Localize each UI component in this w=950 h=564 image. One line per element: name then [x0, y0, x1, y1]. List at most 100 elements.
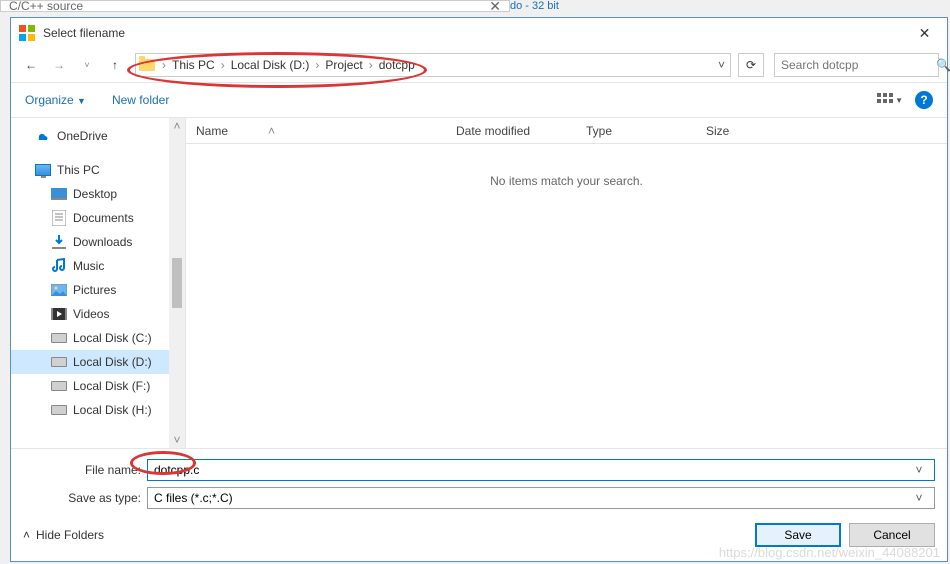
- watermark: https://blog.csdn.net/weixin_44088201: [719, 545, 940, 560]
- sort-indicator-icon: ˄: [268, 124, 275, 138]
- empty-message: No items match your search.: [490, 174, 643, 188]
- tree-item-desktop[interactable]: Desktop: [11, 182, 185, 206]
- search-icon[interactable]: 🔍: [936, 58, 950, 72]
- background-window-titlebar: C/C++ source ✕: [0, 0, 510, 12]
- tree-item-downloads[interactable]: Downloads: [11, 230, 185, 254]
- tree-item-local-disk-f-[interactable]: Local Disk (F:): [11, 374, 185, 398]
- save-button[interactable]: Save: [755, 523, 841, 547]
- tree-item-music[interactable]: Music: [11, 254, 185, 278]
- tree-item-label: Local Disk (D:): [73, 355, 152, 369]
- breadcrumb-dropdown[interactable]: ˅: [712, 58, 730, 72]
- column-headers: Name˄ Date modified Type Size: [186, 118, 947, 144]
- tree-item-label: Music: [73, 259, 104, 273]
- savetype-value: C files (*.c;*.C): [154, 491, 910, 505]
- new-folder-button[interactable]: New folder: [112, 93, 169, 107]
- tree-item-label: Desktop: [73, 187, 117, 201]
- music-icon: [51, 258, 67, 274]
- file-list-empty: No items match your search.: [186, 144, 947, 448]
- dialog-footer: ˄ Hide Folders Save Cancel: [23, 515, 935, 547]
- tree-item-label: Local Disk (H:): [73, 403, 152, 417]
- forward-button[interactable]: →: [47, 53, 71, 77]
- hide-folders-toggle[interactable]: ˄ Hide Folders: [23, 528, 104, 542]
- scrollbar-thumb[interactable]: [172, 258, 182, 308]
- dialog-titlebar: Select filename ✕: [11, 18, 947, 48]
- videos-icon: [51, 306, 67, 322]
- tree-item-onedrive[interactable]: OneDrive: [11, 124, 185, 148]
- toolbar: Organize ▼ New folder ▼ ?: [11, 82, 947, 118]
- desktop-icon: [51, 186, 67, 202]
- search-input[interactable]: [781, 58, 936, 72]
- dropdown-icon[interactable]: ˅: [910, 463, 928, 477]
- column-date[interactable]: Date modified: [446, 124, 576, 138]
- save-dialog: Select filename ✕ ← → ˅ ↑ › This PC › Lo…: [10, 17, 948, 562]
- tree-item-videos[interactable]: Videos: [11, 302, 185, 326]
- drive-icon: [51, 330, 67, 346]
- folder-icon: [136, 54, 158, 76]
- refresh-button[interactable]: ⟳: [738, 53, 764, 77]
- breadcrumb-item[interactable]: dotcpp: [377, 58, 417, 72]
- filename-label: File name:: [23, 463, 147, 477]
- view-options-button[interactable]: ▼: [877, 93, 903, 107]
- drive-icon: [51, 354, 67, 370]
- dialog-title: Select filename: [43, 26, 125, 40]
- filename-field[interactable]: ˅: [147, 459, 935, 481]
- tree-item-label: Local Disk (C:): [73, 331, 152, 345]
- breadcrumb-item[interactable]: Project: [323, 58, 364, 72]
- downloads-icon: [51, 234, 67, 250]
- savetype-label: Save as type:: [23, 491, 147, 505]
- scrollbar[interactable]: ˄ ˅: [169, 118, 185, 448]
- tree-item-label: Downloads: [73, 235, 132, 249]
- tree-item-label: Videos: [73, 307, 109, 321]
- tree-item-local-disk-c-[interactable]: Local Disk (C:): [11, 326, 185, 350]
- tree-item-label: Pictures: [73, 283, 116, 297]
- pictures-icon: [51, 282, 67, 298]
- savetype-row: Save as type: C files (*.c;*.C) ˅: [23, 487, 935, 509]
- drive-icon: [51, 402, 67, 418]
- tree-item-pictures[interactable]: Pictures: [11, 278, 185, 302]
- filename-row: File name: ˅: [23, 459, 935, 481]
- recent-dropdown[interactable]: ˅: [75, 53, 99, 77]
- scroll-down-icon[interactable]: ˅: [169, 432, 185, 448]
- view-icon: [877, 93, 893, 107]
- documents-icon: [51, 210, 67, 226]
- savetype-field[interactable]: C files (*.c;*.C) ˅: [147, 487, 935, 509]
- chevron-right-icon[interactable]: ›: [311, 58, 323, 72]
- breadcrumb-bar[interactable]: › This PC › Local Disk (D:) › Project › …: [135, 53, 731, 77]
- chevron-right-icon[interactable]: ›: [158, 58, 170, 72]
- column-name[interactable]: Name˄: [186, 124, 446, 138]
- cancel-button[interactable]: Cancel: [849, 523, 935, 547]
- tree-item-label: Local Disk (F:): [73, 379, 150, 393]
- column-type[interactable]: Type: [576, 124, 696, 138]
- column-size[interactable]: Size: [696, 124, 796, 138]
- app-icon: [19, 25, 35, 41]
- tree-item-this-pc[interactable]: This PC: [11, 158, 185, 182]
- tree-item-label: Documents: [73, 211, 134, 225]
- tree-item-documents[interactable]: Documents: [11, 206, 185, 230]
- onedrive-icon: [35, 128, 51, 144]
- chevron-up-icon: ˄: [23, 528, 30, 542]
- breadcrumb-item[interactable]: This PC: [170, 58, 217, 72]
- chevron-right-icon[interactable]: ›: [365, 58, 377, 72]
- chevron-right-icon[interactable]: ›: [217, 58, 229, 72]
- tree-item-label: OneDrive: [57, 129, 108, 143]
- organize-menu[interactable]: Organize ▼: [25, 93, 86, 107]
- filename-input[interactable]: [154, 463, 910, 477]
- background-text-fragment: do - 32 bit: [510, 0, 559, 12]
- file-list-area: Name˄ Date modified Type Size No items m…: [186, 118, 947, 448]
- dropdown-icon[interactable]: ˅: [910, 491, 928, 505]
- background-window-title: C/C++ source: [9, 0, 489, 13]
- close-icon[interactable]: ✕: [489, 0, 501, 15]
- navigation-tree: OneDrive This PC Desktop Documents Downloads…: [11, 118, 186, 448]
- scroll-up-icon[interactable]: ˄: [169, 118, 185, 134]
- tree-item-local-disk-d-[interactable]: Local Disk (D:): [11, 350, 185, 374]
- tree-item-label: This PC: [57, 163, 100, 177]
- tree-item-local-disk-h-[interactable]: Local Disk (H:): [11, 398, 185, 422]
- breadcrumb-item[interactable]: Local Disk (D:): [229, 58, 312, 72]
- help-button[interactable]: ?: [915, 91, 933, 109]
- close-button[interactable]: ✕: [902, 18, 947, 48]
- thispc-icon: [35, 162, 51, 178]
- dialog-body: OneDrive This PC Desktop Documents Downloads…: [11, 118, 947, 448]
- back-button[interactable]: ←: [19, 53, 43, 77]
- up-button[interactable]: ↑: [103, 53, 127, 77]
- search-box[interactable]: 🔍: [774, 53, 939, 77]
